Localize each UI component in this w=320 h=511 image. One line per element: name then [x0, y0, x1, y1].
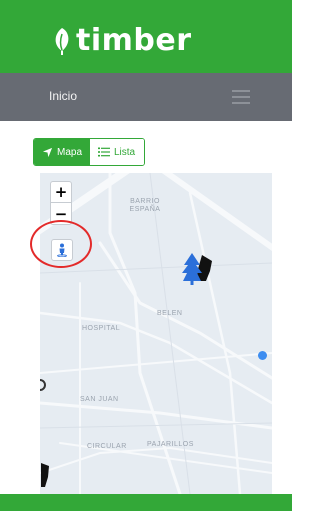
list-icon [98, 147, 110, 157]
location-dot [258, 351, 267, 360]
list-view-label: Lista [114, 146, 136, 158]
map-view[interactable]: BARRIO ESPAÑA BELEN HOSPITAL SAN JUAN CIR… [40, 173, 272, 494]
tree-marker-partial-icon[interactable] [40, 463, 50, 489]
navbar: Inicio [0, 73, 292, 121]
map-label-hospital: HOSPITAL [82, 325, 121, 332]
map-label-belen: BELEN [157, 310, 183, 317]
view-toggle: Mapa Lista [33, 138, 145, 166]
zoom-control: + − [50, 181, 72, 225]
app-logo[interactable]: timber [50, 23, 192, 59]
app-header: timber [0, 0, 292, 73]
list-view-button[interactable]: Lista [90, 139, 144, 165]
nav-title[interactable]: Inicio [49, 89, 77, 103]
location-arrow-icon [42, 147, 53, 157]
map-view-button[interactable]: Mapa [34, 139, 90, 165]
footer-bar [0, 494, 292, 511]
logo-text: timber [76, 23, 192, 58]
zoom-in-button[interactable]: + [51, 182, 71, 203]
map-label-circular: CIRCULAR [87, 443, 127, 450]
map-label-san-juan: SAN JUAN [80, 396, 119, 403]
hamburger-menu-icon[interactable] [232, 90, 250, 104]
highlight-circle [30, 220, 92, 268]
map-label-barrio: BARRIO ESPAÑA [129, 198, 161, 213]
leaf-icon [55, 28, 69, 55]
map-label-pajarillos: PAJARILLOS [147, 441, 194, 448]
tree-marker-icon[interactable] [182, 251, 214, 285]
map-view-label: Mapa [56, 146, 82, 158]
